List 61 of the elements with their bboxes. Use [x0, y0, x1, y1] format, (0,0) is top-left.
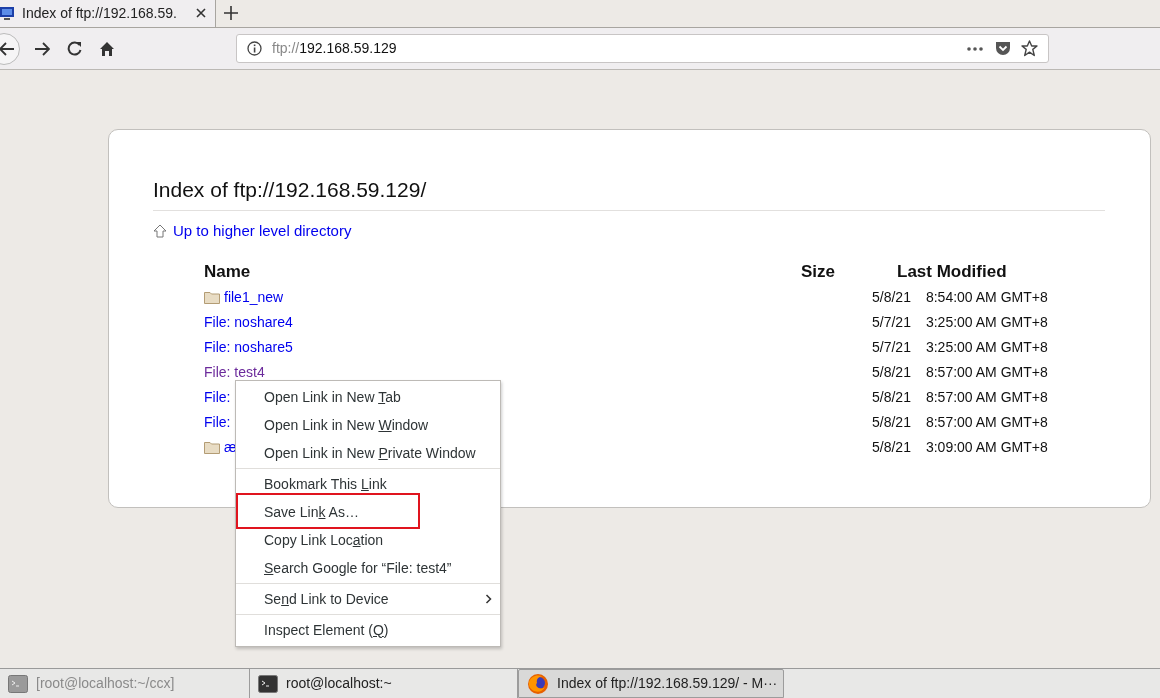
taskbar-label: root@localhost:~ — [286, 674, 392, 693]
pocket-icon[interactable] — [995, 41, 1011, 56]
menu-item[interactable]: Send Link to Device — [264, 588, 389, 610]
date-cell-text: 5/7/21 — [872, 338, 911, 357]
date-cell-text: 5/8/21 — [872, 388, 911, 407]
time-cell-text: 8:57:00 AM GMT+8 — [925, 388, 1048, 407]
menu-item[interactable]: Copy Link Location — [264, 529, 384, 551]
file-link[interactable]: æ — [224, 437, 237, 458]
file-link[interactable]: File: test4 — [204, 362, 265, 383]
folder-icon — [204, 441, 220, 454]
browser-tab[interactable]: Index of ftp://192.168.59. — [0, 0, 215, 27]
time-cell-text: 8:57:00 AM GMT+8 — [925, 363, 1048, 382]
file-link[interactable]: File: — [204, 412, 231, 433]
reload-icon[interactable] — [67, 41, 82, 56]
back-arrow-icon — [0, 42, 15, 56]
time-cell-text: 3:09:00 AM GMT+8 — [925, 438, 1048, 457]
taskbar-label: [root@localhost:~/ccx] — [36, 674, 175, 693]
file-link[interactable]: file1_new — [224, 287, 284, 308]
up-arrow-icon — [153, 223, 167, 238]
menu-item[interactable]: Search Google for “File: test4” — [264, 557, 452, 579]
terminal-icon — [8, 674, 28, 693]
file-link[interactable]: File: — [204, 387, 231, 408]
date-cell-text: 5/7/21 — [872, 313, 911, 332]
menu-item[interactable]: Save Link As… — [264, 501, 359, 523]
address-bar[interactable]: ftp://192.168.59.129 — [236, 34, 1049, 63]
taskbar-button[interactable]: root@localhost:~ — [250, 669, 518, 698]
close-icon[interactable] — [195, 7, 207, 19]
time-cell-text: 3:25:00 AM GMT+8 — [925, 313, 1048, 332]
monitor-icon — [0, 6, 14, 20]
taskbar-button[interactable]: Index of ftp://192.168.59.129/ - M··· — [518, 669, 784, 698]
file-link[interactable]: File: noshare5 — [204, 337, 293, 358]
terminal-icon — [258, 674, 278, 693]
page-heading: Index of ftp://192.168.59.129/ — [153, 174, 1105, 211]
menu-item[interactable]: Bookmark This Link — [264, 473, 387, 495]
file-link[interactable]: File: noshare4 — [204, 312, 293, 333]
time-cell-text: 8:54:00 AM GMT+8 — [925, 288, 1048, 307]
more-icon[interactable] — [967, 46, 983, 51]
plus-icon — [224, 6, 238, 20]
taskbar-label: Index of ftp://192.168.59.129/ - M··· — [557, 674, 778, 693]
date-cell-text: 5/8/21 — [872, 438, 911, 457]
url-text: ftp://192.168.59.129 — [272, 39, 397, 58]
date-cell-text: 5/8/21 — [872, 288, 911, 307]
column-header: Size — [801, 261, 837, 283]
date-cell-text: 5/8/21 — [872, 413, 911, 432]
forward-icon[interactable] — [34, 41, 50, 56]
date-cell-text: 5/8/21 — [872, 363, 911, 382]
up-directory-link[interactable]: Up to higher level directory — [153, 219, 352, 242]
menu-item[interactable]: Open Link in New Tab — [264, 386, 401, 408]
menu-item[interactable]: Inspect Element (Q) — [264, 619, 389, 641]
column-header: Last Modified — [896, 261, 1008, 283]
time-cell-text: 3:25:00 AM GMT+8 — [925, 338, 1048, 357]
chevron-right-icon — [485, 594, 492, 604]
menu-item[interactable]: Open Link in New Private Window — [264, 442, 476, 464]
time-cell-text: 8:57:00 AM GMT+8 — [925, 413, 1048, 432]
folder-icon — [204, 291, 220, 304]
info-icon[interactable] — [247, 41, 262, 56]
menu-item[interactable]: Open Link in New Window — [264, 414, 429, 436]
tab-title: Index of ftp://192.168.59. — [22, 3, 178, 23]
home-icon[interactable] — [99, 40, 115, 57]
star-icon[interactable] — [1021, 40, 1038, 57]
column-header: Name — [204, 261, 252, 283]
